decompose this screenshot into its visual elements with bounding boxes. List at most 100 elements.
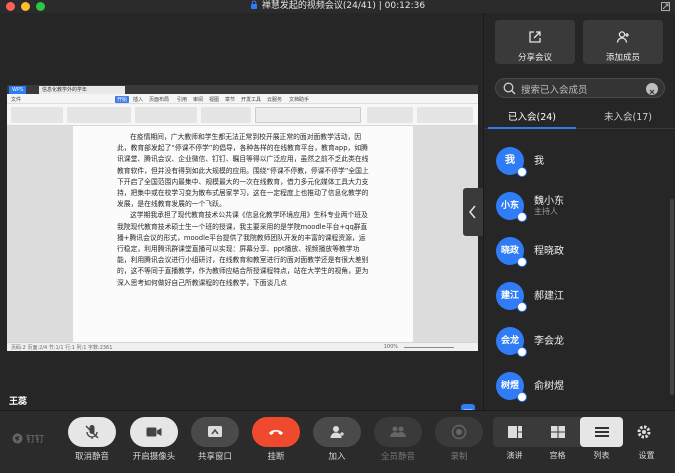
- mic-off-icon: [85, 425, 99, 439]
- brand-name: 钉钉: [26, 435, 45, 445]
- member-tabs: 已入会(24) 未入会(17): [484, 103, 675, 129]
- menu-layout: 页面布局: [149, 97, 170, 103]
- collapse-sidebar-button[interactable]: [463, 188, 483, 236]
- settings-label: 设置: [638, 451, 655, 460]
- member-item[interactable]: 建江 郝建江: [484, 278, 675, 318]
- member-item[interactable]: 小东 魏小东 主持人: [484, 188, 675, 228]
- host-badge: 主持人: [534, 207, 558, 216]
- settings-button[interactable]: [636, 424, 656, 444]
- share-window-icon: [208, 426, 222, 437]
- fullscreen-icon[interactable]: [661, 2, 670, 11]
- menu-reference: 引用: [177, 97, 188, 103]
- member-name: 我: [534, 156, 544, 167]
- unmute-button[interactable]: [68, 417, 116, 447]
- wps-status-bar: 页码:2 页面:2/4 节:1/1 行:1 列:1 字数:2361 100%: [7, 342, 478, 351]
- member-name: 程晓政: [534, 246, 564, 257]
- menu-view: 视图: [209, 97, 220, 103]
- view-speaker-button[interactable]: [493, 417, 536, 447]
- member-name: 俞树煜: [534, 381, 564, 392]
- tab-not-joined[interactable]: 未入会(17): [580, 109, 675, 123]
- search-placeholder: 搜索已入会成员: [521, 85, 588, 96]
- wps-menu-bar: 文件 开始 插入 页面布局 引用 审阅 视图 章节 开发工具 云服务 文档助手: [7, 94, 478, 104]
- clear-search-icon[interactable]: [646, 83, 658, 95]
- tab-joined[interactable]: 已入会(24): [484, 109, 580, 123]
- menu-file: 文件: [11, 97, 22, 103]
- mute-all-label: 全员静音: [380, 452, 415, 462]
- user-icon: [330, 426, 344, 438]
- view-grid-button[interactable]: [536, 417, 579, 447]
- view-list-button[interactable]: [580, 417, 623, 447]
- member-name: 魏小东: [534, 196, 564, 207]
- mute-all-button[interactable]: [374, 417, 422, 447]
- member-item[interactable]: 会龙 李会龙: [484, 323, 675, 363]
- member-list-scrollbar[interactable]: [670, 199, 674, 395]
- member-item[interactable]: 树煜 俞树煜: [484, 368, 675, 408]
- view-switcher: [493, 417, 623, 447]
- zoom-slider: [404, 347, 454, 348]
- share-icon: [529, 31, 541, 43]
- mic-status-icon: [517, 392, 527, 402]
- wps-status-text: 页码:2 页面:2/4 节:1/1 行:1 列:1 字数:2361: [11, 345, 113, 351]
- wps-tab-bar: WPS 信息化教学外的学年: [7, 85, 478, 94]
- record-label: 录制: [450, 452, 468, 462]
- add-member-button[interactable]: 添加成员: [583, 20, 663, 64]
- mic-status-icon: [517, 212, 527, 222]
- lock-icon: [250, 0, 257, 9]
- member-name: 李会龙: [534, 336, 564, 347]
- camera-button[interactable]: [130, 417, 178, 447]
- share-meeting-button[interactable]: 分享会议: [495, 20, 575, 64]
- view-grid-label: 宫格: [549, 451, 566, 460]
- share-window-button[interactable]: [191, 417, 239, 447]
- menu-review: 审阅: [193, 97, 204, 103]
- view-speaker-label: 演讲: [506, 451, 523, 460]
- camera-icon: [146, 427, 162, 437]
- add-user-icon: [616, 31, 629, 43]
- window-title-text: 禅慧发起的视频会议(24/41) | 00:12:36: [261, 1, 426, 11]
- member-item[interactable]: 我 我: [484, 143, 675, 183]
- hangup-label: 挂断: [267, 452, 285, 462]
- record-icon: [451, 424, 467, 440]
- hangup-button[interactable]: [252, 417, 300, 447]
- share-window-label: 共享窗口: [197, 452, 232, 462]
- mic-status-icon: [517, 347, 527, 357]
- menu-home: 开始: [115, 96, 130, 103]
- menu-section: 章节: [225, 97, 236, 103]
- doc-paragraph-2: 这学期我承担了现代教育技术公共课《信息化教学环境应用》生科专业两个班及我院现代教…: [117, 211, 369, 287]
- meeting-toolbar: 钉钉 取消静音 开启摄像头 共享窗口 挂断 加入 全员静音 录制 演讲 宫格 列…: [0, 410, 675, 473]
- grid-view-icon: [551, 426, 565, 438]
- mic-status-icon: [517, 167, 527, 177]
- document-page: 在疫情期间，广大教师和学生都无法正常到校开展正常的面对面教学活动，因此，教育部发…: [73, 126, 413, 342]
- search-icon: [503, 82, 516, 95]
- window-title: 禅慧发起的视频会议(24/41) | 00:12:36: [0, 0, 675, 13]
- doc-paragraph-1: 在疫情期间，广大教师和学生都无法正常到校开展正常的面对面教学活动，因此，教育部发…: [117, 133, 369, 209]
- menu-assistant: 文档助手: [289, 97, 310, 103]
- active-tab-indicator: [488, 127, 576, 129]
- wps-zoom-text: 100%: [383, 344, 398, 350]
- wps-ribbon: [7, 104, 478, 126]
- group-mute-icon: [390, 426, 406, 437]
- record-button[interactable]: [435, 417, 483, 447]
- hangup-icon: [269, 430, 283, 435]
- share-meeting-label: 分享会议: [517, 53, 552, 63]
- view-list-label: 列表: [593, 451, 610, 460]
- speaker-view-icon: [508, 426, 522, 438]
- add-member-label: 添加成员: [605, 53, 640, 63]
- join-label: 加入: [328, 452, 346, 462]
- member-item[interactable]: 晓政 程晓政: [484, 233, 675, 273]
- gear-icon: [637, 425, 651, 439]
- join-button[interactable]: [313, 417, 361, 447]
- wps-home-tab: WPS: [9, 86, 27, 94]
- chevron-left-icon: [468, 205, 476, 219]
- menu-insert: 插入: [133, 97, 144, 103]
- menu-cloud: 云服务: [267, 97, 283, 103]
- camera-label: 开启摄像头: [132, 452, 176, 462]
- member-name: 郝建江: [534, 291, 564, 302]
- dingtalk-logo-icon: [12, 433, 23, 444]
- member-search-input[interactable]: 搜索已入会成员: [495, 78, 665, 98]
- shared-screen: WPS 信息化教学外的学年 文件 开始 插入 页面布局 引用 审阅 视图 章节 …: [7, 85, 478, 351]
- speaker-name: 王蕊: [9, 397, 28, 407]
- list-view-icon: [595, 427, 609, 437]
- mic-status-icon: [517, 302, 527, 312]
- participants-panel: 分享会议 添加成员 搜索已入会成员 已入会(24) 未入会(17) 我 我 小东: [483, 13, 675, 410]
- wps-doc-tab: 信息化教学外的学年: [39, 86, 125, 94]
